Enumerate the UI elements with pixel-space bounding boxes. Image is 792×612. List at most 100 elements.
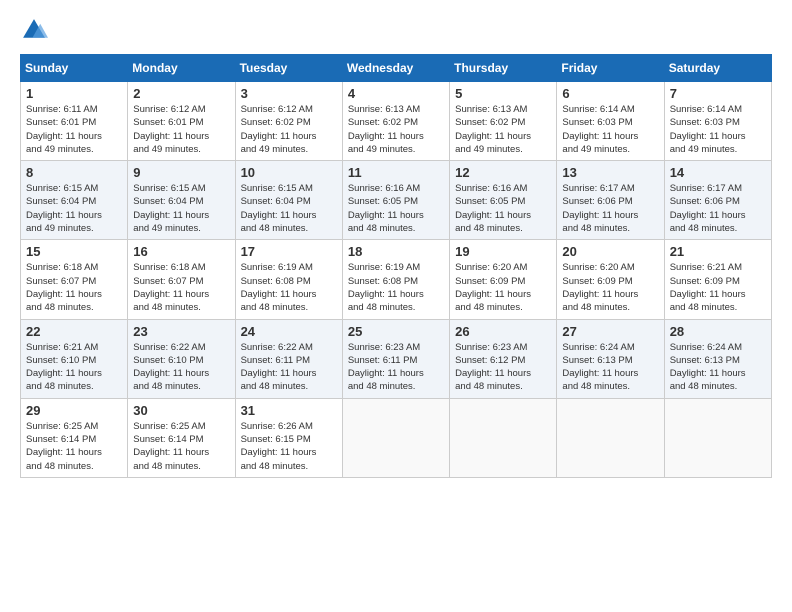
day-info: Sunrise: 6:26 AMSunset: 6:15 PMDaylight:… xyxy=(241,420,337,473)
day-info: Sunrise: 6:25 AMSunset: 6:14 PMDaylight:… xyxy=(133,420,229,473)
calendar-cell xyxy=(664,398,771,477)
calendar-cell: 16 Sunrise: 6:18 AMSunset: 6:07 PMDayligh… xyxy=(128,240,235,319)
calendar-week-3: 15 Sunrise: 6:18 AMSunset: 6:07 PMDayligh… xyxy=(21,240,772,319)
calendar-table: SundayMondayTuesdayWednesdayThursdayFrid… xyxy=(20,54,772,478)
day-info: Sunrise: 6:17 AMSunset: 6:06 PMDaylight:… xyxy=(562,182,658,235)
day-number: 12 xyxy=(455,165,551,180)
calendar-cell: 29 Sunrise: 6:25 AMSunset: 6:14 PMDayligh… xyxy=(21,398,128,477)
calendar-cell: 10 Sunrise: 6:15 AMSunset: 6:04 PMDayligh… xyxy=(235,161,342,240)
logo-icon xyxy=(20,16,48,44)
calendar-cell: 23 Sunrise: 6:22 AMSunset: 6:10 PMDayligh… xyxy=(128,319,235,398)
day-info: Sunrise: 6:15 AMSunset: 6:04 PMDaylight:… xyxy=(133,182,229,235)
calendar-cell: 9 Sunrise: 6:15 AMSunset: 6:04 PMDaylight… xyxy=(128,161,235,240)
day-number: 19 xyxy=(455,244,551,259)
day-number: 2 xyxy=(133,86,229,101)
logo xyxy=(20,16,52,44)
weekday-header-saturday: Saturday xyxy=(664,55,771,82)
day-number: 27 xyxy=(562,324,658,339)
day-info: Sunrise: 6:20 AMSunset: 6:09 PMDaylight:… xyxy=(562,261,658,314)
day-number: 20 xyxy=(562,244,658,259)
calendar-cell: 3 Sunrise: 6:12 AMSunset: 6:02 PMDaylight… xyxy=(235,82,342,161)
weekday-header-friday: Friday xyxy=(557,55,664,82)
calendar-cell: 11 Sunrise: 6:16 AMSunset: 6:05 PMDayligh… xyxy=(342,161,449,240)
calendar-cell: 26 Sunrise: 6:23 AMSunset: 6:12 PMDayligh… xyxy=(450,319,557,398)
day-info: Sunrise: 6:21 AMSunset: 6:10 PMDaylight:… xyxy=(26,341,122,394)
calendar-cell xyxy=(342,398,449,477)
weekday-header-monday: Monday xyxy=(128,55,235,82)
day-info: Sunrise: 6:18 AMSunset: 6:07 PMDaylight:… xyxy=(133,261,229,314)
calendar-week-5: 29 Sunrise: 6:25 AMSunset: 6:14 PMDayligh… xyxy=(21,398,772,477)
calendar-cell: 18 Sunrise: 6:19 AMSunset: 6:08 PMDayligh… xyxy=(342,240,449,319)
calendar-cell: 31Sunrise: 6:26 AMSunset: 6:15 PMDayligh… xyxy=(235,398,342,477)
calendar-cell: 15 Sunrise: 6:18 AMSunset: 6:07 PMDayligh… xyxy=(21,240,128,319)
day-number: 28 xyxy=(670,324,766,339)
day-info: Sunrise: 6:23 AMSunset: 6:12 PMDaylight:… xyxy=(455,341,551,394)
day-info: Sunrise: 6:14 AMSunset: 6:03 PMDaylight:… xyxy=(562,103,658,156)
day-info: Sunrise: 6:19 AMSunset: 6:08 PMDaylight:… xyxy=(348,261,444,314)
day-info: Sunrise: 6:24 AMSunset: 6:13 PMDaylight:… xyxy=(562,341,658,394)
day-info: Sunrise: 6:12 AMSunset: 6:01 PMDaylight:… xyxy=(133,103,229,156)
calendar-cell: 21Sunrise: 6:21 AMSunset: 6:09 PMDayligh… xyxy=(664,240,771,319)
day-number: 24 xyxy=(241,324,337,339)
calendar-cell: 12 Sunrise: 6:16 AMSunset: 6:05 PMDayligh… xyxy=(450,161,557,240)
day-info: Sunrise: 6:15 AMSunset: 6:04 PMDaylight:… xyxy=(241,182,337,235)
day-number: 11 xyxy=(348,165,444,180)
calendar-cell: 2 Sunrise: 6:12 AMSunset: 6:01 PMDaylight… xyxy=(128,82,235,161)
weekday-header-tuesday: Tuesday xyxy=(235,55,342,82)
calendar-cell: 25Sunrise: 6:23 AMSunset: 6:11 PMDayligh… xyxy=(342,319,449,398)
calendar-cell: 8Sunrise: 6:15 AMSunset: 6:04 PMDaylight… xyxy=(21,161,128,240)
day-info: Sunrise: 6:17 AMSunset: 6:06 PMDaylight:… xyxy=(670,182,766,235)
day-number: 15 xyxy=(26,244,122,259)
day-info: Sunrise: 6:20 AMSunset: 6:09 PMDaylight:… xyxy=(455,261,551,314)
calendar-cell: 17 Sunrise: 6:19 AMSunset: 6:08 PMDayligh… xyxy=(235,240,342,319)
day-number: 25 xyxy=(348,324,444,339)
calendar-header-row: SundayMondayTuesdayWednesdayThursdayFrid… xyxy=(21,55,772,82)
calendar-week-2: 8Sunrise: 6:15 AMSunset: 6:04 PMDaylight… xyxy=(21,161,772,240)
day-info: Sunrise: 6:24 AMSunset: 6:13 PMDaylight:… xyxy=(670,341,766,394)
day-number: 4 xyxy=(348,86,444,101)
day-info: Sunrise: 6:22 AMSunset: 6:11 PMDaylight:… xyxy=(241,341,337,394)
day-number: 29 xyxy=(26,403,122,418)
calendar-cell: 30 Sunrise: 6:25 AMSunset: 6:14 PMDayligh… xyxy=(128,398,235,477)
day-number: 18 xyxy=(348,244,444,259)
day-number: 30 xyxy=(133,403,229,418)
day-number: 17 xyxy=(241,244,337,259)
calendar-cell: 28 Sunrise: 6:24 AMSunset: 6:13 PMDayligh… xyxy=(664,319,771,398)
day-info: Sunrise: 6:16 AMSunset: 6:05 PMDaylight:… xyxy=(455,182,551,235)
day-number: 6 xyxy=(562,86,658,101)
header xyxy=(20,16,772,44)
day-number: 14 xyxy=(670,165,766,180)
calendar-week-4: 22 Sunrise: 6:21 AMSunset: 6:10 PMDayligh… xyxy=(21,319,772,398)
calendar-cell: 13Sunrise: 6:17 AMSunset: 6:06 PMDayligh… xyxy=(557,161,664,240)
day-number: 10 xyxy=(241,165,337,180)
calendar-cell: 24 Sunrise: 6:22 AMSunset: 6:11 PMDayligh… xyxy=(235,319,342,398)
day-number: 3 xyxy=(241,86,337,101)
day-info: Sunrise: 6:22 AMSunset: 6:10 PMDaylight:… xyxy=(133,341,229,394)
calendar-cell: 1 Sunrise: 6:11 AMSunset: 6:01 PMDaylight… xyxy=(21,82,128,161)
calendar-cell: 22 Sunrise: 6:21 AMSunset: 6:10 PMDayligh… xyxy=(21,319,128,398)
weekday-header-thursday: Thursday xyxy=(450,55,557,82)
day-number: 26 xyxy=(455,324,551,339)
calendar-cell: 14 Sunrise: 6:17 AMSunset: 6:06 PMDayligh… xyxy=(664,161,771,240)
calendar-cell: 19 Sunrise: 6:20 AMSunset: 6:09 PMDayligh… xyxy=(450,240,557,319)
day-number: 22 xyxy=(26,324,122,339)
calendar-cell: 27 Sunrise: 6:24 AMSunset: 6:13 PMDayligh… xyxy=(557,319,664,398)
day-number: 21 xyxy=(670,244,766,259)
day-number: 1 xyxy=(26,86,122,101)
day-number: 23 xyxy=(133,324,229,339)
day-info: Sunrise: 6:16 AMSunset: 6:05 PMDaylight:… xyxy=(348,182,444,235)
calendar-cell: 7 Sunrise: 6:14 AMSunset: 6:03 PMDaylight… xyxy=(664,82,771,161)
day-info: Sunrise: 6:18 AMSunset: 6:07 PMDaylight:… xyxy=(26,261,122,314)
day-info: Sunrise: 6:11 AMSunset: 6:01 PMDaylight:… xyxy=(26,103,122,156)
calendar-body: 1 Sunrise: 6:11 AMSunset: 6:01 PMDaylight… xyxy=(21,82,772,478)
day-number: 7 xyxy=(670,86,766,101)
day-number: 16 xyxy=(133,244,229,259)
day-info: Sunrise: 6:14 AMSunset: 6:03 PMDaylight:… xyxy=(670,103,766,156)
page: SundayMondayTuesdayWednesdayThursdayFrid… xyxy=(0,0,792,612)
day-info: Sunrise: 6:12 AMSunset: 6:02 PMDaylight:… xyxy=(241,103,337,156)
weekday-header-sunday: Sunday xyxy=(21,55,128,82)
weekday-header-wednesday: Wednesday xyxy=(342,55,449,82)
day-number: 9 xyxy=(133,165,229,180)
day-info: Sunrise: 6:25 AMSunset: 6:14 PMDaylight:… xyxy=(26,420,122,473)
day-info: Sunrise: 6:19 AMSunset: 6:08 PMDaylight:… xyxy=(241,261,337,314)
